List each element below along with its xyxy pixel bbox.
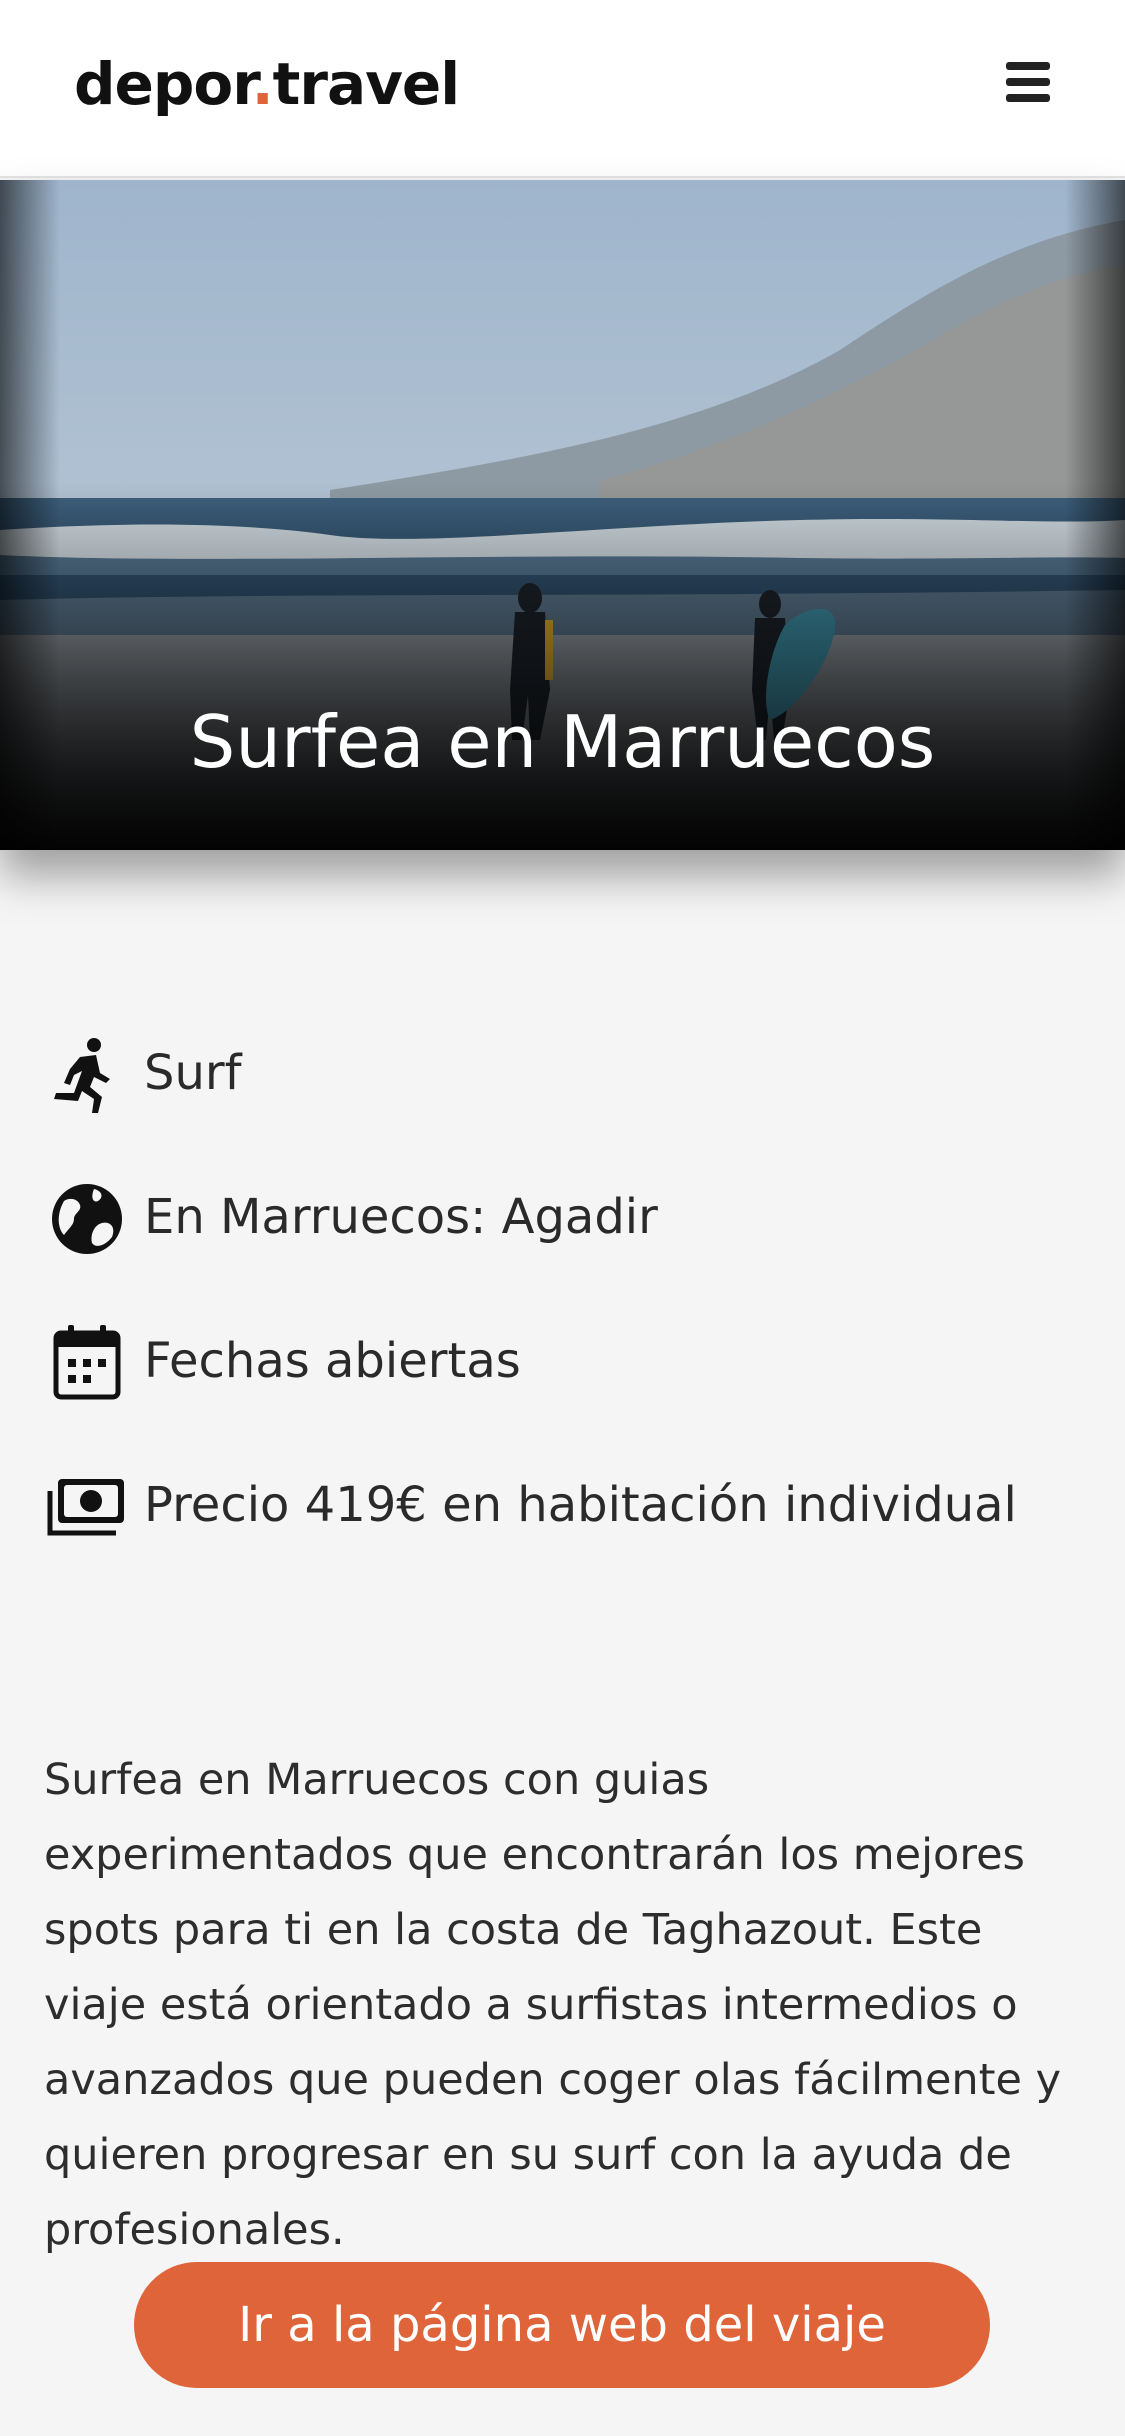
hamburger-menu-icon[interactable]	[1002, 58, 1058, 106]
logo-text-left: depor	[74, 50, 253, 118]
calendar-icon	[44, 1323, 130, 1403]
top-bar: depor.travel	[0, 0, 1125, 178]
hero-banner: Surfea en Marruecos	[0, 180, 1125, 850]
logo-text-right: travel	[272, 50, 460, 118]
detail-price: Precio 419€ en habitación individual	[44, 1462, 1084, 1552]
trip-description: Surfea en Marruecos con guias experiment…	[44, 1755, 1062, 2255]
detail-location-text: En Marruecos: Agadir	[144, 1189, 658, 1245]
detail-dates: Fechas abiertas	[44, 1318, 1084, 1408]
logo-dot: .	[251, 50, 274, 118]
site-logo[interactable]: depor.travel	[74, 50, 460, 118]
globe-icon	[44, 1179, 130, 1259]
hero-title: Surfea en Marruecos	[189, 700, 936, 784]
detail-location: En Marruecos: Agadir	[44, 1174, 1084, 1264]
detail-price-text: Precio 419€ en habitación individual	[144, 1477, 1017, 1533]
money-bill-icon	[44, 1467, 130, 1547]
detail-sport: Surf	[44, 1030, 1084, 1120]
detail-sport-text: Surf	[144, 1045, 242, 1101]
trip-website-button[interactable]: Ir a la página web del viaje	[134, 2262, 990, 2388]
detail-dates-text: Fechas abiertas	[144, 1333, 521, 1389]
running-person-icon	[44, 1035, 130, 1115]
